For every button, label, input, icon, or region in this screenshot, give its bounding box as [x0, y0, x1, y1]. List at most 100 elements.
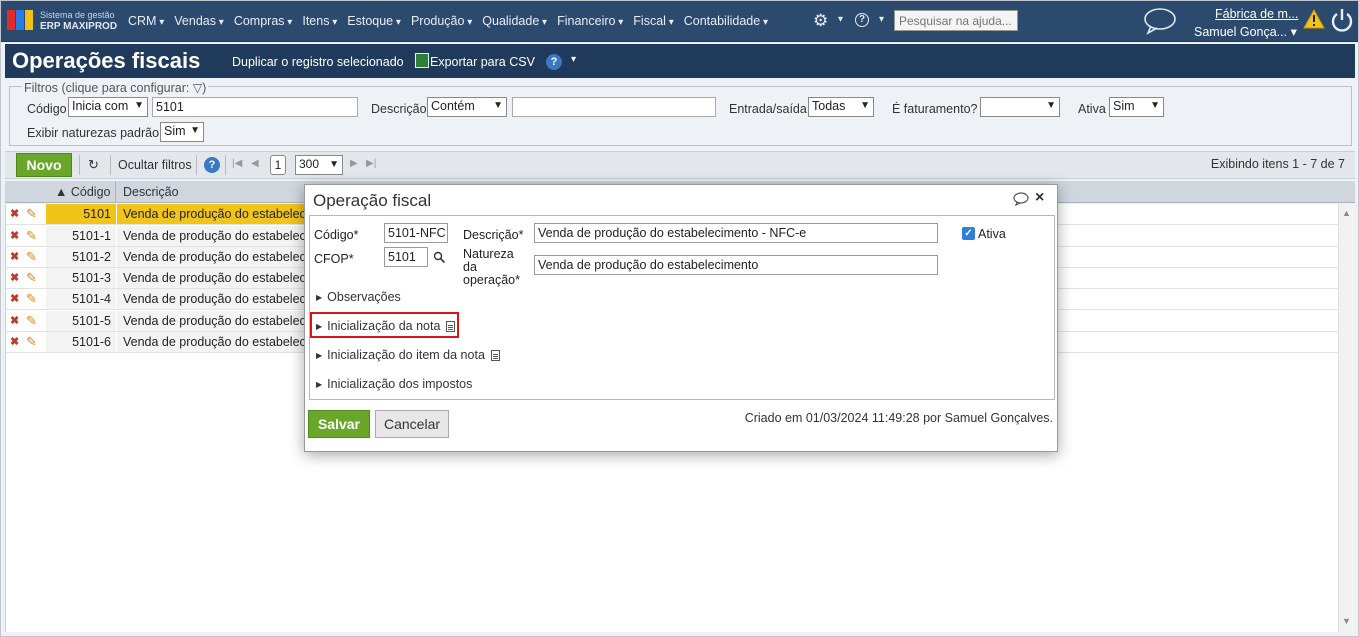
help-icon[interactable]: ? — [855, 13, 869, 27]
menu-contabilidade[interactable]: Contabilidade — [684, 14, 768, 28]
menu-crm[interactable]: CRM — [128, 14, 164, 28]
gear-icon[interactable]: ⚙ — [813, 11, 828, 31]
first-page-icon[interactable]: |◀ — [232, 158, 242, 169]
menu-fiscal[interactable]: Fiscal — [633, 14, 673, 28]
warning-icon[interactable] — [1303, 9, 1325, 29]
chevron-down-icon[interactable]: ▾ — [571, 54, 576, 65]
chevron-down-icon: ▼ — [1150, 100, 1160, 111]
scroll-down-icon[interactable]: ▼ — [1342, 616, 1351, 626]
edit-icon[interactable]: ✎ — [26, 270, 37, 286]
chevron-down-icon: ▼ — [1046, 100, 1056, 111]
descricao-field[interactable]: Venda de produção do estabelecimento - N… — [534, 223, 938, 243]
edit-icon[interactable]: ✎ — [26, 228, 37, 244]
ativa-checkbox[interactable]: ✓ — [962, 227, 975, 240]
section-inicializacao-impostos[interactable]: ▶ Inicialização dos impostos — [316, 377, 472, 391]
duplicate-record-link[interactable]: Duplicar o registro selecionado — [232, 55, 404, 69]
search-icon[interactable] — [433, 251, 446, 264]
scroll-up-icon[interactable]: ▲ — [1342, 208, 1351, 218]
filter-ativa-value: Sim — [1113, 99, 1135, 113]
filter-codigo-input[interactable]: 5101 — [152, 97, 358, 117]
refresh-icon[interactable]: ↻ — [88, 157, 99, 173]
filters-legend-text[interactable]: Filtros (clique para configurar: — [24, 81, 189, 95]
cfop-field[interactable]: 5101 — [384, 247, 428, 267]
chevron-down-icon: ▼ — [860, 100, 870, 111]
filter-faturamento-select[interactable]: ▼ — [980, 97, 1060, 117]
next-page-icon[interactable]: ▶ — [350, 158, 358, 169]
section-inicializacao-item[interactable]: ▶ Inicialização do item da nota — [316, 348, 500, 362]
delete-icon[interactable]: ✖ — [10, 292, 19, 305]
natureza-field[interactable]: Venda de produção do estabelecimento — [534, 255, 938, 275]
edit-icon[interactable]: ✎ — [26, 313, 37, 329]
filter-codigo-operator[interactable]: Inicia com ▼ — [68, 97, 148, 117]
cell-code: 5101-6 — [46, 332, 116, 352]
filter-codigo-label: Código — [27, 102, 67, 116]
grid-scrollbar[interactable]: ▲ ▼ — [1338, 204, 1355, 632]
prev-page-icon[interactable]: ◀ — [251, 158, 259, 169]
excel-icon[interactable] — [415, 53, 429, 68]
export-csv-link[interactable]: Exportar para CSV — [430, 55, 535, 69]
ativa-label: Ativa — [978, 227, 1006, 241]
help-search-input[interactable] — [894, 10, 1018, 31]
column-header-desc[interactable]: Descrição — [123, 185, 179, 199]
toolbar-divider — [225, 155, 226, 175]
comment-icon[interactable] — [1013, 192, 1029, 206]
delete-icon[interactable]: ✖ — [10, 207, 19, 220]
filters-legend[interactable]: Filtros (clique para configurar: ▽) — [22, 81, 209, 95]
filter-entrada-select[interactable]: Todas ▼ — [808, 97, 874, 117]
brand-line2: ERP MAXIPROD — [40, 21, 118, 32]
user-menu[interactable]: Samuel Gonça... ▾ — [1194, 24, 1297, 39]
new-button[interactable]: Novo — [16, 153, 72, 177]
power-icon[interactable] — [1331, 8, 1353, 32]
maxiprod-logo[interactable] — [7, 8, 35, 32]
descricao-label: Descrição* — [463, 228, 524, 242]
filter-naturezas-select[interactable]: Sim ▼ — [160, 122, 204, 142]
display-info: Exibindo itens 1 - 7 de 7 — [1210, 157, 1345, 171]
delete-icon[interactable]: ✖ — [10, 271, 19, 284]
menu-qualidade[interactable]: Qualidade — [482, 14, 547, 28]
delete-icon[interactable]: ✖ — [10, 229, 19, 242]
filter-ativa-select[interactable]: Sim ▼ — [1109, 97, 1164, 117]
cancel-button[interactable]: Cancelar — [375, 410, 449, 438]
company-link[interactable]: Fábrica de m... — [1215, 7, 1298, 21]
edit-icon[interactable]: ✎ — [26, 291, 37, 307]
menu-vendas[interactable]: Vendas — [174, 14, 224, 28]
dialog-title: Operação fiscal — [313, 191, 432, 210]
section-observacoes[interactable]: ▶ Observações — [316, 290, 401, 304]
cell-code: 5101-4 — [46, 289, 116, 309]
page-number-input[interactable]: 1 — [270, 155, 286, 175]
help-icon[interactable]: ? — [204, 157, 220, 173]
filter-icon[interactable]: ▽ — [193, 81, 202, 95]
help-icon[interactable]: ? — [546, 54, 562, 70]
filter-descricao-input[interactable] — [512, 97, 716, 117]
menu-estoque[interactable]: Estoque — [347, 14, 401, 28]
column-header-code[interactable]: ▲ Código — [55, 185, 110, 199]
edit-icon[interactable]: ✎ — [26, 334, 37, 350]
menu-financeiro[interactable]: Financeiro — [557, 14, 623, 28]
filter-descricao-operator[interactable]: Contém ▼ — [427, 97, 507, 117]
top-navigation-bar: Sistema de gestão ERP MAXIPROD CRM Venda… — [0, 0, 1359, 42]
hide-filters-button[interactable]: Ocultar filtros — [118, 158, 192, 172]
save-button[interactable]: Salvar — [308, 410, 370, 438]
menu-producao[interactable]: Produção — [411, 14, 472, 28]
toolbar-divider — [110, 155, 111, 175]
chat-icon[interactable] — [1143, 7, 1178, 35]
codigo-field[interactable]: 5101-NFC — [384, 223, 448, 243]
last-page-icon[interactable]: ▶| — [366, 158, 376, 169]
edit-icon[interactable]: ✎ — [26, 206, 37, 222]
delete-icon[interactable]: ✖ — [10, 335, 19, 348]
chevron-down-icon[interactable]: ▾ — [838, 14, 843, 25]
filter-codigo-operator-value: Inicia com — [72, 99, 129, 113]
document-icon[interactable] — [490, 350, 500, 361]
close-icon[interactable]: × — [1035, 189, 1044, 207]
delete-icon[interactable]: ✖ — [10, 250, 19, 263]
filter-naturezas-label: Exibir naturezas padrão — [27, 126, 160, 140]
per-page-select[interactable]: 300 ▼ — [295, 155, 343, 175]
delete-icon[interactable]: ✖ — [10, 314, 19, 327]
filter-naturezas-value: Sim — [164, 124, 186, 138]
chevron-down-icon: ▼ — [190, 125, 200, 136]
edit-icon[interactable]: ✎ — [26, 249, 37, 265]
chevron-down-icon: ▼ — [329, 159, 339, 170]
menu-compras[interactable]: Compras — [234, 14, 293, 28]
menu-itens[interactable]: Itens — [302, 14, 337, 28]
chevron-down-icon[interactable]: ▾ — [879, 14, 884, 25]
